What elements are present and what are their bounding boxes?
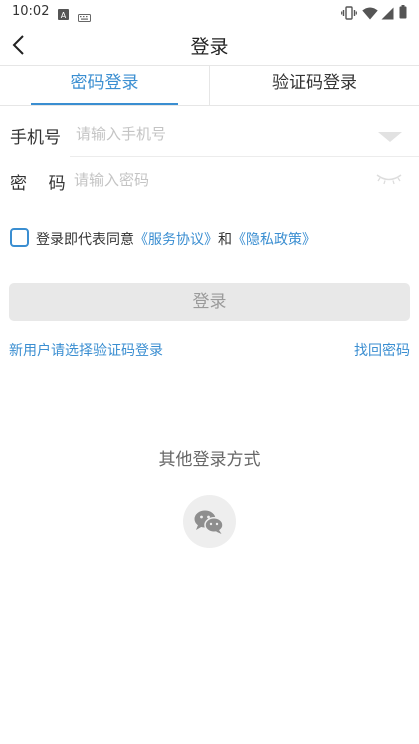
a-badge-icon: A: [58, 5, 69, 24]
svg-text:A: A: [61, 11, 67, 20]
tab-password-login[interactable]: 密码登录: [0, 66, 209, 106]
other-login-title: 其他登录方式: [158, 450, 261, 470]
password-label: 密 码: [10, 174, 66, 194]
wechat-login-button[interactable]: [183, 495, 236, 548]
password-input[interactable]: [74, 165, 364, 195]
wechat-icon: [194, 510, 224, 534]
phone-label: 手机号: [10, 128, 61, 148]
login-tabs: 密码登录 验证码登录: [0, 66, 419, 106]
bottom-links: 新用户请选择验证码登录 找回密码: [0, 340, 419, 360]
new-user-link[interactable]: 新用户请选择验证码登录: [9, 340, 163, 360]
phone-row: 手机号: [0, 111, 419, 157]
login-button[interactable]: 登录: [9, 283, 410, 321]
agreement-prefix: 登录即代表同意: [36, 232, 134, 248]
agreement-and: 和: [218, 232, 232, 248]
status-bar: 10:02 A: [0, 0, 419, 24]
agreement-text: 登录即代表同意《服务协议》和《隐私政策》: [36, 229, 316, 249]
phone-input[interactable]: [76, 119, 366, 149]
page-title: 登录: [190, 36, 229, 58]
wifi-icon: [362, 5, 378, 24]
service-agreement-link[interactable]: 《服务协议》: [134, 232, 218, 248]
forgot-password-link[interactable]: 找回密码: [354, 340, 410, 360]
signal-icon: [381, 5, 394, 24]
header: 登录: [0, 24, 419, 66]
privacy-policy-link[interactable]: 《隐私政策》: [232, 232, 316, 248]
status-time: 10:02: [12, 4, 50, 19]
tabs-divider: [0, 105, 419, 106]
triangle-down-icon[interactable]: [378, 127, 402, 146]
vibrate-icon: [341, 5, 357, 24]
tab-sms-login[interactable]: 验证码登录: [210, 66, 419, 106]
battery-icon: [399, 4, 407, 23]
eye-closed-icon[interactable]: [376, 171, 402, 190]
agreement-checkbox[interactable]: [10, 228, 29, 247]
password-row: 密 码: [0, 157, 419, 203]
